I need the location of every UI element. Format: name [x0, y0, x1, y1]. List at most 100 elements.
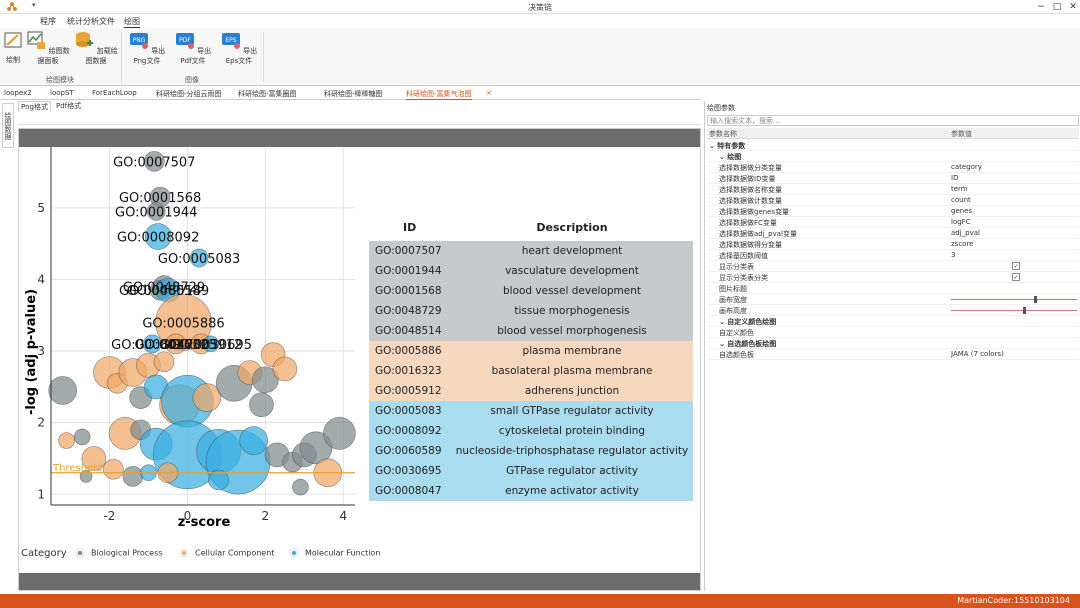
property-name: 画布高度 — [719, 307, 747, 315]
go-id-cell: GO:0005886 — [375, 345, 442, 357]
maximize-button[interactable]: □ — [1050, 1, 1064, 13]
go-description-cell: adherens junction — [524, 385, 620, 397]
property-checkbox[interactable]: ✓ — [1012, 262, 1020, 270]
export-pdf-button[interactable]: PDF 导出Pdf文件 — [170, 30, 216, 66]
property-row: 选择数据做分类变量 category — [707, 162, 1079, 173]
property-row: 画布高度 — [707, 305, 1079, 316]
bubble-point — [122, 466, 144, 487]
property-value[interactable]: zscore — [951, 240, 973, 248]
doc-tab[interactable]: ForEachLoop — [92, 89, 137, 97]
property-section[interactable]: ⌄ 绘图 — [707, 151, 1079, 162]
ribbon-separator — [263, 32, 264, 82]
slider-thumb[interactable] — [1022, 307, 1026, 314]
property-value[interactable]: count — [951, 196, 971, 204]
threshold-label: Threshold — [52, 463, 102, 474]
menu-stats-file[interactable]: 统计分析文件 — [67, 16, 115, 27]
slider-thumb[interactable] — [1034, 296, 1038, 303]
property-section[interactable]: ⌄ 自选颜色板绘图 — [707, 338, 1079, 349]
property-section[interactable]: ⌄ 自定义颜色绘图 — [707, 316, 1079, 327]
go-description-cell: small GTPase regulator activity — [490, 405, 654, 417]
go-description-cell: basolateral plasma membrane — [491, 365, 653, 377]
load-data-button[interactable]: 加载绘图数据 — [72, 30, 120, 66]
property-name: 自选颜色板 — [719, 351, 754, 359]
property-value[interactable]: genes — [951, 207, 972, 215]
property-header: 参数名称 参数值 — [707, 128, 1079, 139]
y-tick-label: 1 — [37, 487, 45, 501]
doc-tab[interactable]: loopex2 — [4, 89, 32, 97]
property-value[interactable]: JAMA (7 colors) — [951, 350, 1004, 358]
property-name: 选择数据做计数变量 — [719, 197, 782, 205]
tab-close-icon[interactable]: × — [486, 89, 492, 97]
property-row: 选择数据做adj_pval变量 adj_pval — [707, 228, 1079, 239]
menu-plot[interactable]: 绘图 — [124, 16, 140, 28]
property-name: 选择数据做得分变量 — [719, 241, 782, 249]
property-slider[interactable] — [951, 310, 1077, 311]
property-row: 选择数据做计数变量 count — [707, 195, 1079, 206]
data-label: GO:0008092 — [117, 231, 199, 246]
go-description-cell: nucleoside-triphosphatase regulator acti… — [455, 445, 689, 457]
close-button[interactable]: ✕ — [1066, 1, 1080, 13]
table-row: GO:0060589 nucleoside-triphosphatase regu… — [369, 441, 693, 461]
minimize-button[interactable]: − — [1034, 1, 1048, 13]
doc-tab[interactable]: 科研绘图-分组云雨图 — [156, 89, 222, 99]
table-row: GO:0048729 tissue morphogenesis — [369, 301, 693, 321]
data-label: GO:0007507 — [113, 155, 195, 170]
draw-button[interactable]: 绘制 — [2, 30, 24, 65]
tab-png[interactable]: Png格式 — [18, 101, 51, 112]
property-row: 显示分类表 ✓ — [707, 261, 1079, 272]
data-panel-icon — [27, 31, 46, 49]
status-bar: MartianCoder:15510103104 — [0, 594, 1080, 608]
property-panel: 绘图参数 输入搜索文本，搜索... 参数名称 参数值 ⌄ 特有参数 ⌄ 绘图 选择数… — [704, 101, 1080, 591]
sub-toolbar — [18, 113, 700, 125]
png-icon: PNG — [129, 33, 148, 49]
go-id-cell: GO:0048729 — [375, 305, 442, 317]
go-description-cell: cytoskeletal protein binding — [498, 425, 646, 437]
draw-icon — [4, 32, 22, 48]
property-row: 图片标题 — [707, 283, 1079, 294]
doc-tab[interactable]: 科研绘图-富集圈图 — [238, 89, 297, 99]
doc-tab[interactable]: 科研绘图-棒棒糖图 — [324, 89, 383, 99]
x-tick-label: 2 — [262, 509, 270, 523]
go-id-cell: GO:0016323 — [375, 365, 442, 377]
property-name: 选择数据做分类变量 — [719, 164, 782, 172]
property-row: 自选颜色板 JAMA (7 colors) — [707, 349, 1079, 360]
x-tick-label: 4 — [339, 509, 347, 523]
property-value[interactable]: ID — [951, 174, 958, 182]
property-value[interactable]: category — [951, 163, 982, 171]
property-section[interactable]: ⌄ 特有参数 — [707, 140, 1079, 151]
plot-bottom-bar — [19, 573, 700, 590]
property-row: 画布宽度 — [707, 294, 1079, 305]
property-row: 显示分类表分类 ✓ — [707, 272, 1079, 283]
bubble-point — [153, 351, 175, 373]
column-header-id: ID — [403, 221, 417, 234]
property-value[interactable]: 3 — [951, 251, 955, 259]
data-label: GO:0001568 — [119, 191, 201, 206]
property-slider[interactable] — [951, 299, 1077, 300]
menu-program[interactable]: 程序 — [40, 16, 56, 27]
legend-item-cc: Cellular Component — [179, 548, 274, 558]
legend-item-mf: Molecular Function — [289, 548, 380, 558]
property-value[interactable]: term — [951, 185, 968, 193]
go-id-cell: GO:0005912 — [375, 385, 442, 397]
bubble-point — [249, 392, 274, 418]
export-eps-button[interactable]: EPS 导出Eps文件 — [216, 30, 262, 66]
go-id-cell: GO:0060589 — [375, 445, 442, 457]
property-value[interactable]: adj_pval — [951, 229, 980, 237]
svg-text:PDF: PDF — [179, 37, 191, 44]
legend-item-bp: Biological Process — [75, 548, 162, 558]
property-row: 自定义颜色 — [707, 327, 1079, 338]
go-description-cell: plasma membrane — [522, 345, 622, 357]
go-description-cell: blood vessel development — [502, 285, 642, 297]
tab-pdf[interactable]: Pdf格式 — [54, 101, 83, 111]
property-name: 选择数据做名称变量 — [719, 186, 782, 194]
data-panel-button[interactable]: 绘图数据面板 — [24, 30, 72, 66]
export-png-button[interactable]: PNG 导出Png文件 — [124, 30, 170, 66]
property-checkbox[interactable]: ✓ — [1012, 273, 1020, 281]
property-value[interactable]: logFC — [951, 218, 971, 226]
doc-tab-active[interactable]: 科研绘图-富集气泡图 — [406, 89, 472, 100]
doc-tab[interactable]: loopST — [50, 89, 74, 97]
title-bar: ▾ 决策链 − □ ✕ — [0, 0, 1080, 14]
property-name: ⌄ 自选颜色板绘图 — [719, 340, 777, 348]
search-input[interactable]: 输入搜索文本，搜索... — [707, 115, 1079, 126]
side-tab-plot-data[interactable]: 绘图数据 — [2, 103, 14, 148]
